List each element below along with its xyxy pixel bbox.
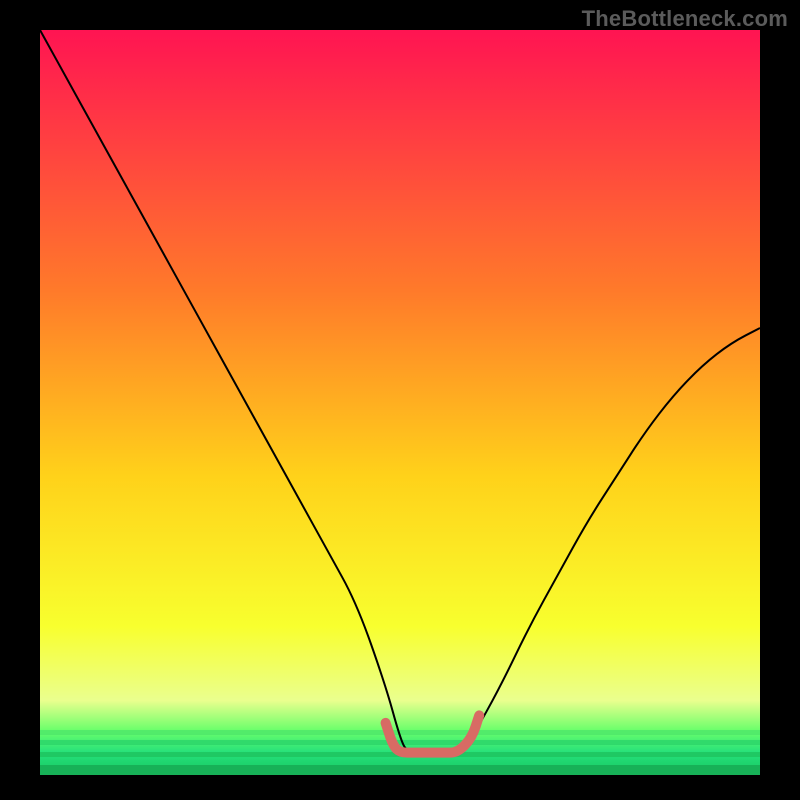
chart-svg <box>40 30 760 775</box>
green-band-4 <box>40 765 760 775</box>
chart-frame: TheBottleneck.com <box>0 0 800 800</box>
watermark-text: TheBottleneck.com <box>582 6 788 32</box>
green-band-2 <box>40 740 760 745</box>
plot-area <box>40 30 760 775</box>
gradient-background <box>40 30 760 775</box>
